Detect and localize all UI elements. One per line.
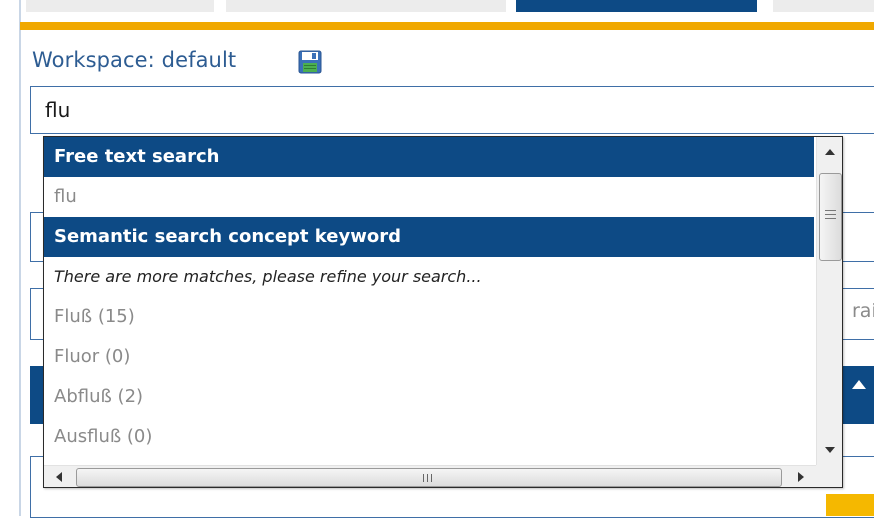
autocomplete-dropdown[interactable]: Free text search flu Semantic search con… bbox=[43, 136, 843, 488]
section-header-free-text: Free text search bbox=[44, 137, 814, 177]
tab-4[interactable] bbox=[773, 0, 874, 12]
tab-2[interactable] bbox=[226, 0, 506, 12]
suggestion-item[interactable]: Ausfluß (0) bbox=[44, 417, 814, 457]
collapse-arrow-icon[interactable] bbox=[852, 380, 866, 389]
autocomplete-list: Free text search flu Semantic search con… bbox=[44, 137, 814, 465]
grip-line bbox=[431, 474, 432, 482]
scroll-left-button[interactable] bbox=[44, 466, 74, 487]
scrollbar-corner bbox=[816, 465, 842, 487]
grip-line bbox=[427, 474, 428, 482]
grip-line bbox=[825, 210, 836, 211]
tab-1[interactable] bbox=[26, 0, 214, 12]
content-left-border bbox=[19, 0, 21, 516]
scroll-up-button[interactable] bbox=[817, 137, 842, 167]
refine-search-note: There are more matches, please refine yo… bbox=[54, 267, 482, 286]
arrow-up-icon bbox=[825, 149, 835, 155]
arrow-right-icon bbox=[798, 472, 804, 482]
grip-line bbox=[423, 474, 424, 482]
suggestion-item[interactable]: Fluß (15) bbox=[44, 297, 814, 337]
suggestion-item[interactable]: flu bbox=[44, 177, 814, 217]
scroll-down-button[interactable] bbox=[817, 435, 842, 465]
tab-underline-bar bbox=[20, 22, 874, 30]
workspace-label: Workspace: default bbox=[32, 48, 237, 72]
arrow-down-icon bbox=[825, 447, 835, 453]
vertical-scrollbar[interactable] bbox=[816, 137, 842, 465]
horizontal-scroll-thumb[interactable] bbox=[76, 468, 782, 487]
search-input[interactable] bbox=[30, 86, 874, 134]
section-header-semantic: Semantic search concept keyword bbox=[44, 217, 814, 257]
tab-active[interactable] bbox=[516, 0, 757, 12]
background-field-text: rai bbox=[852, 300, 874, 322]
scroll-right-button[interactable] bbox=[786, 466, 816, 487]
grip-line bbox=[825, 218, 836, 219]
vertical-scroll-thumb[interactable] bbox=[819, 173, 842, 261]
suggestion-item[interactable]: Fluor (0) bbox=[44, 337, 814, 377]
grip-line bbox=[825, 214, 836, 215]
horizontal-scrollbar[interactable] bbox=[44, 465, 816, 487]
arrow-left-icon bbox=[56, 472, 62, 482]
background-orange-button[interactable] bbox=[826, 494, 874, 516]
suggestion-item[interactable]: Abfluß (2) bbox=[44, 377, 814, 417]
save-icon[interactable] bbox=[298, 50, 322, 74]
